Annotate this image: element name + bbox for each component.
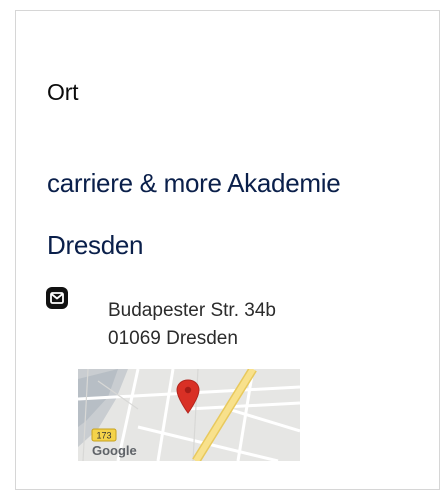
- location-card: Ort carriere & more Akademie Dresden Bud…: [15, 10, 440, 490]
- mail-icon: [46, 287, 68, 309]
- section-heading: Ort: [47, 79, 79, 105]
- svg-text:Google: Google: [92, 443, 137, 458]
- address: Budapester Str. 34b 01069 Dresden: [108, 297, 276, 353]
- google-logo: Google: [92, 443, 137, 458]
- svg-text:173: 173: [96, 431, 111, 441]
- address-street: Budapester Str. 34b: [108, 300, 276, 321]
- road-shield: 173: [91, 428, 117, 442]
- address-postcode-city: 01069 Dresden: [108, 328, 238, 349]
- map-thumbnail[interactable]: 173 Google: [78, 369, 300, 461]
- city-name: Dresden: [47, 230, 144, 260]
- organization-name: carriere & more Akademie: [47, 168, 341, 198]
